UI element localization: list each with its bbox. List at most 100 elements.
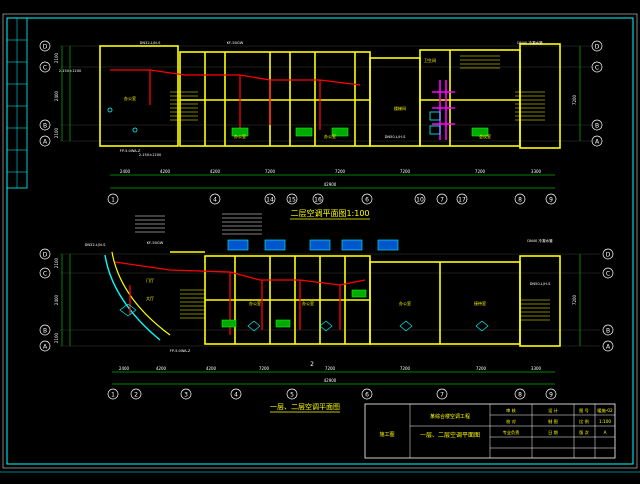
title-block-value-0: 暖施-02 <box>597 407 613 414</box>
lower-note-4: DN50-L/H-S <box>530 282 552 286</box>
title-block-cell-1-1: 制 图 <box>548 418 558 425</box>
lower-row-axis-left-C-label: C <box>43 270 47 277</box>
upper-side-dim-1: 2400 <box>54 90 59 101</box>
lower-col-axis-1-label: 1 <box>111 391 115 398</box>
upper-room-3: 会议室 <box>479 133 491 139</box>
lower-dim-1: 4200 <box>156 366 167 371</box>
upper-note-0: DN32-L/N-S <box>140 41 162 45</box>
upper-col-axis-16-label: 16 <box>314 196 322 203</box>
lower-dim-3: 7200 <box>259 366 270 371</box>
lower-side-dim-1: 2400 <box>54 294 59 305</box>
title-block-value-2: A <box>604 430 607 435</box>
upper-room-0: 办公室 <box>124 95 136 101</box>
lower-dim-0: 2400 <box>119 366 130 371</box>
lower-room-3: 办公室 <box>399 300 411 306</box>
title-block-cell-0-1: 设 计 <box>548 407 558 414</box>
upper-room-1: 办公室 <box>234 133 246 139</box>
lower-room-1: 办公室 <box>249 300 261 306</box>
upper-col-axis-8-label: 8 <box>518 196 522 203</box>
upper-note-1: KF-50GW <box>227 41 244 45</box>
upper-dim-1: 4200 <box>160 169 171 174</box>
lower-col-axis-2-label: 2 <box>134 391 138 398</box>
lower-note-1: KF-50GW <box>147 241 164 245</box>
upper-dim-5: 7200 <box>400 169 411 174</box>
upper-col-axis-10: 10 <box>414 193 426 205</box>
lower-plan-title: 一层、二层空调平面图 <box>270 402 340 411</box>
upper-col-axis-17: 17 <box>456 193 468 205</box>
upper-side-dim-2: 2100 <box>54 127 59 138</box>
cad-drawing-sheet: DCBA DCBA 2400 4200 4200 7200 7200 7200 7200 33… <box>0 0 640 480</box>
upper-row-axis-right-D-label: D <box>595 43 600 50</box>
lower-dim-6: 7200 <box>476 366 487 371</box>
lower-room-4: 接待室 <box>474 300 486 306</box>
lower-note-3: FP-5.0WA-Z <box>170 349 191 353</box>
upper-note-2: DN40 冷凝水管 <box>517 40 543 45</box>
upper-col-axis-14: 14 <box>264 193 276 205</box>
upper-row-axis-left-D-label: D <box>43 43 48 50</box>
lower-dim-7: 3300 <box>531 366 542 371</box>
upper-dim-0: 2400 <box>120 169 131 174</box>
upper-col-axis-10-label: 10 <box>416 196 424 203</box>
upper-row-axis-right-B-label: B <box>595 122 599 129</box>
upper-room-2: 办公室 <box>324 133 336 139</box>
lower-row-axis-right-B-label: B <box>606 327 610 334</box>
title-block-cell-2-2: 版 次 <box>579 429 590 436</box>
lower-side-dim-2: 2100 <box>54 332 59 343</box>
drawing-canvas: DCBA DCBA 2400 4200 4200 7200 7200 7200 7200 33… <box>0 0 640 480</box>
upper-plan-title: 二层空调平面图1:100 <box>290 208 369 218</box>
lower-dim-total: 42900 <box>324 378 337 383</box>
upper-col-axis-7-label: 7 <box>440 196 444 203</box>
upper-room-4: 楼梯间 <box>394 105 406 111</box>
lower-side-dim-0: 2100 <box>54 257 59 268</box>
upper-dim-6: 7200 <box>475 169 486 174</box>
lower-dim-4: 7200 <box>325 366 336 371</box>
title-block-cell-2-0: 专业负责 <box>503 429 520 436</box>
lower-note-0: DN32-L/N-S <box>85 243 107 247</box>
upper-dim-7: 3300 <box>531 169 542 174</box>
upper-note-5: DN50-L/H-S <box>385 135 407 139</box>
lower-col-axis-9-label: 9 <box>549 391 553 398</box>
upper-row-axis-left-B-label: B <box>43 122 47 129</box>
upper-col-axis-15-label: 15 <box>288 196 296 203</box>
upper-col-axis-16: 16 <box>312 193 324 205</box>
upper-dim-2: 4200 <box>210 169 221 174</box>
title-block-drawing-title: 一层、二层空调平面图 <box>420 431 480 439</box>
lower-col-axis-5-label: 5 <box>290 391 294 398</box>
upper-col-axis-9-label: 9 <box>549 196 553 203</box>
title-block-cell-0-0: 审 核 <box>506 407 517 414</box>
title-block-cell-1-2: 比 例 <box>579 418 589 425</box>
lower-row-axis-right-C-label: C <box>606 270 610 277</box>
lower-col-axis-3-label: 3 <box>184 391 188 398</box>
upper-side-dim-0: 2100 <box>54 52 59 63</box>
upper-col-axis-1-label: 1 <box>111 196 115 203</box>
lower-row-axis-left-B-label: B <box>43 327 47 334</box>
lower-room-0: 门厅 <box>146 277 154 283</box>
upper-col-axis-4-label: 4 <box>213 196 217 203</box>
upper-row-axis-left-C-label: C <box>43 64 47 71</box>
lower-col-axis-8-label: 8 <box>518 391 522 398</box>
upper-dim-4: 7200 <box>335 169 346 174</box>
upper-col-axis-6-label: 6 <box>365 196 369 203</box>
lower-row-axis-right-D-label: D <box>606 251 611 258</box>
title-block-cell-1-0: 校 对 <box>506 418 516 425</box>
lower-row-axis-left-D-label: D <box>43 251 48 258</box>
lower-center-label: 2 <box>310 361 314 368</box>
upper-room-5: 卫生间 <box>424 57 436 63</box>
lower-col-axis-6-label: 6 <box>365 391 369 398</box>
title-block-project: 某综合楼空调工程 <box>430 413 470 420</box>
upper-dim-3: 7200 <box>265 169 276 174</box>
upper-note-3: 2-150×1200 <box>59 69 82 73</box>
upper-col-axis-15: 15 <box>286 193 298 205</box>
upper-note-4: FP-5.0WA-Z <box>120 149 141 153</box>
lower-dim-5: 7200 <box>400 366 411 371</box>
lower-side-dim-right: 7200 <box>572 294 577 305</box>
lower-col-axis-7-label: 7 <box>440 391 444 398</box>
title-block-stamp: 施工图 <box>379 431 394 438</box>
lower-dim-2: 4200 <box>206 366 217 371</box>
upper-note-6: 2-150×1200 <box>139 153 162 157</box>
upper-col-axis-14-label: 14 <box>266 196 274 203</box>
upper-row-axis-right-C-label: C <box>595 64 599 71</box>
upper-col-axis-17-label: 17 <box>458 196 466 203</box>
lower-room-5: 大厅 <box>146 295 154 301</box>
title-block-value-1: 1:100 <box>599 419 611 424</box>
